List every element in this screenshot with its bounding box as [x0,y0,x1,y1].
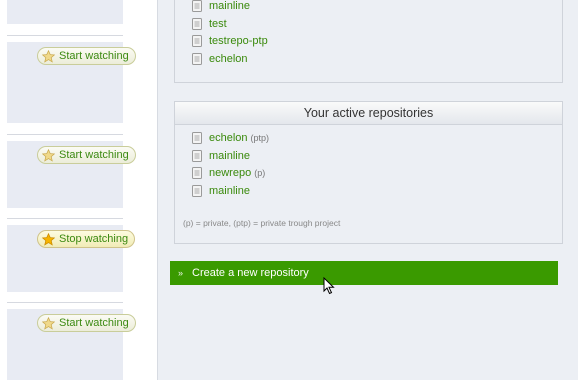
repo-link[interactable]: mainline [209,150,250,162]
repo-link[interactable]: mainline [209,0,250,12]
file-icon [192,53,202,65]
watch-card: Start watching [7,42,136,123]
star-icon [42,148,55,162]
repo-link[interactable]: echelon [209,53,248,65]
file-icon [192,18,202,30]
repo-link[interactable]: mainline [209,185,250,197]
repo-link[interactable]: newrepo [209,167,251,179]
watch-button-label: Start watching [59,317,129,329]
repo-list-item[interactable]: newrepo (p) [192,165,265,181]
repo-visibility-tag: (p) [254,168,266,178]
divider [7,134,123,135]
star-icon [42,49,55,63]
file-icon [192,35,202,47]
repo-list-item[interactable]: mainline [192,183,253,199]
repo-link[interactable]: echelon [209,132,248,144]
file-icon [192,185,202,197]
start-watching-button[interactable]: Start watching [37,314,136,332]
divider [7,218,123,219]
repo-list-item[interactable]: echelon [192,51,248,67]
divider [7,302,123,303]
repo-visibility-tag: (ptp) [250,133,270,143]
create-repository-button[interactable]: » Create a new repository [170,261,558,285]
double-arrow-icon: » [178,268,184,278]
stop-watching-button[interactable]: Stop watching [37,230,136,248]
create-repository-label: Create a new repository [192,267,309,279]
star-icon [42,232,55,246]
watch-button-label: Start watching [59,149,129,161]
repo-list-item[interactable]: test [192,16,227,32]
start-watching-button[interactable]: Start watching [37,146,136,164]
repo-list-item[interactable]: testrepo-ptp [192,33,268,49]
watch-card: Start watching [7,309,136,380]
repo-link[interactable]: testrepo-ptp [209,35,268,47]
watch-card: Stop watching [7,225,136,292]
start-watching-button[interactable]: Start watching [37,47,136,65]
repo-link[interactable]: test [209,18,227,30]
visibility-legend: (p) = private, (ptp) = private trough pr… [183,218,341,228]
repo-list-item[interactable]: mainline [192,0,250,14]
divider [7,35,123,36]
repo-list-item[interactable]: echelon (ptp) [192,130,269,146]
file-icon [192,150,202,162]
panel-title: Your active repositories [175,102,562,125]
repo-list-item[interactable]: mainline [192,148,253,164]
watch-sidebar: Start watching Start watching Stop watch… [0,0,136,380]
watch-button-label: Stop watching [59,233,129,245]
watch-card: Start watching [7,141,136,208]
watch-button-label: Start watching [59,50,129,62]
file-icon [192,132,202,144]
file-icon [192,167,202,179]
file-icon [192,0,202,12]
watch-card [7,0,123,24]
star-icon [42,316,55,330]
mouse-cursor-icon [323,277,335,295]
